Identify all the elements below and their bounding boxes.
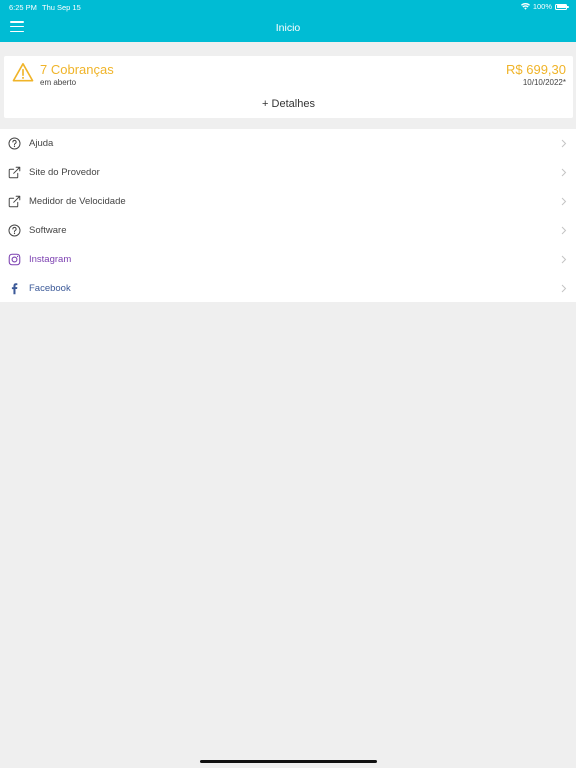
page-title: Inicio xyxy=(275,22,301,34)
menu-item-label: Medidor de Velocidade xyxy=(29,196,126,207)
open-charges-card: 7 Cobranças em aberto R$ 699,30 10/10/20… xyxy=(4,56,573,118)
instagram-icon xyxy=(8,253,21,266)
charges-count: 7 Cobranças xyxy=(40,62,114,77)
chevron-right-icon xyxy=(561,255,567,264)
app-header: 6:25 PM Thu Sep 15 100% Inicio xyxy=(0,0,576,42)
menu-item-ajuda[interactable]: Ajuda xyxy=(0,129,576,158)
charges-amount: R$ 699,30 xyxy=(506,62,566,77)
menu-item-label: Software xyxy=(29,225,67,236)
warning-icon xyxy=(12,63,34,82)
menu-item-software[interactable]: Software xyxy=(0,216,576,245)
chevron-right-icon xyxy=(561,168,567,177)
home-indicator[interactable] xyxy=(200,760,377,763)
menu-item-site-provedor[interactable]: Site do Provedor xyxy=(0,158,576,187)
chevron-right-icon xyxy=(561,226,567,235)
battery-percent: 100% xyxy=(532,2,552,11)
wifi-icon xyxy=(520,3,530,10)
menu-item-label: Facebook xyxy=(29,283,71,294)
status-bar: 6:25 PM Thu Sep 15 100% xyxy=(0,0,576,14)
menu-item-label: Instagram xyxy=(29,254,72,265)
status-right: 100% xyxy=(520,2,569,11)
menu-item-instagram[interactable]: Instagram xyxy=(0,245,576,274)
status-date: Thu Sep 15 xyxy=(42,3,81,12)
status-time: 6:25 PM xyxy=(9,3,37,12)
facebook-icon xyxy=(11,283,18,295)
charges-due-date: 10/10/2022* xyxy=(522,78,566,87)
help-circle-icon xyxy=(8,137,21,150)
battery-icon xyxy=(555,3,569,10)
help-circle-icon xyxy=(8,224,21,237)
menu-item-medidor-velocidade[interactable]: Medidor de Velocidade xyxy=(0,187,576,216)
menu-item-label: Site do Provedor xyxy=(29,167,100,178)
external-link-icon xyxy=(8,166,21,179)
external-link-icon xyxy=(8,195,21,208)
menu-item-label: Ajuda xyxy=(29,138,54,149)
menu-list: Ajuda Site do Provedor Medidor de Veloci… xyxy=(0,129,576,302)
chevron-right-icon xyxy=(561,197,567,206)
chevron-right-icon xyxy=(561,139,567,148)
charges-status: em aberto xyxy=(40,78,77,87)
menu-item-facebook[interactable]: Facebook xyxy=(0,274,576,303)
details-button[interactable]: + Detalhes xyxy=(4,98,573,110)
chevron-right-icon xyxy=(561,284,567,293)
